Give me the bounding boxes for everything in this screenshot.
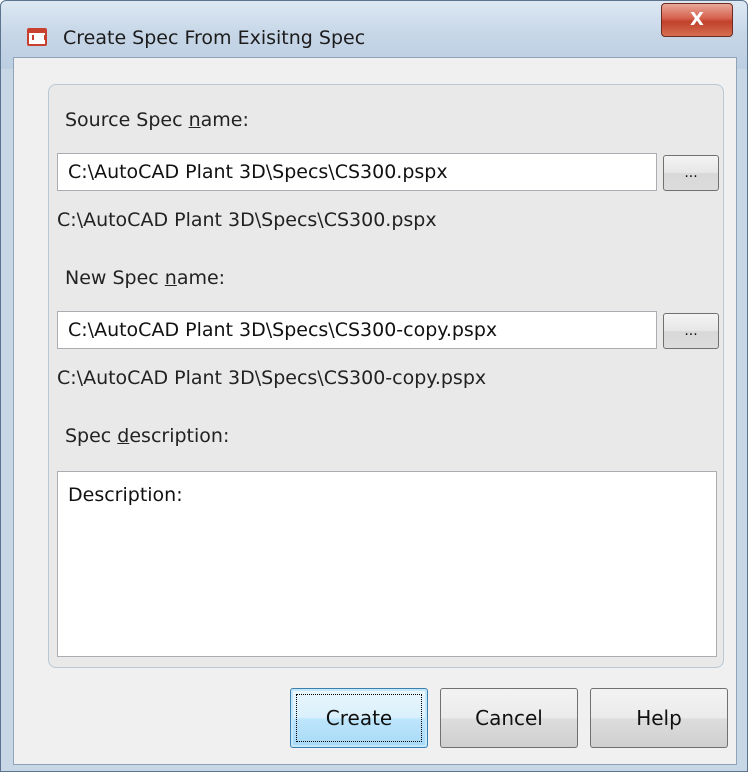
new-spec-name-label: New Spec name:: [65, 267, 225, 289]
cancel-button[interactable]: Cancel: [440, 688, 578, 748]
cancel-button-label: Cancel: [475, 706, 543, 730]
source-browse-button[interactable]: ...: [663, 155, 719, 191]
dialog-body: Source Spec name: C:\AutoCAD Plant 3D\Sp…: [13, 57, 737, 765]
description-label-accelerator: d: [117, 425, 130, 447]
dialog-window: Create Spec From Exisitng Spec X Source …: [0, 0, 748, 772]
spec-dialog-icon: [27, 28, 47, 46]
description-label-suffix: escription:: [129, 425, 230, 447]
source-label-suffix: ame:: [200, 109, 249, 131]
source-spec-name-label: Source Spec name:: [65, 109, 249, 131]
spec-description-input[interactable]: Description:: [57, 471, 717, 657]
source-label-accelerator: n: [188, 109, 201, 131]
source-label-prefix: Source Spec: [65, 109, 189, 131]
close-button[interactable]: X: [661, 3, 733, 37]
new-spec-browse-button[interactable]: ...: [663, 313, 719, 349]
source-spec-path-display: C:\AutoCAD Plant 3D\Specs\CS300.pspx: [57, 209, 437, 231]
new-spec-label-prefix: New Spec: [65, 267, 165, 289]
create-button[interactable]: Create: [290, 688, 428, 748]
spec-group-box: Source Spec name: C:\AutoCAD Plant 3D\Sp…: [48, 84, 724, 668]
help-button-label: Help: [636, 706, 682, 730]
new-spec-name-input[interactable]: C:\AutoCAD Plant 3D\Specs\CS300-copy.psp…: [57, 311, 657, 349]
new-spec-label-accelerator: n: [164, 267, 177, 289]
description-label-prefix: Spec: [65, 425, 118, 447]
source-spec-name-input[interactable]: C:\AutoCAD Plant 3D\Specs\CS300.pspx: [57, 153, 657, 191]
window-title: Create Spec From Exisitng Spec: [63, 27, 366, 49]
spec-description-label: Spec description:: [65, 425, 229, 447]
help-button[interactable]: Help: [590, 688, 728, 748]
new-spec-label-suffix: ame:: [176, 267, 226, 289]
create-button-label: Create: [325, 706, 393, 730]
new-spec-path-display: C:\AutoCAD Plant 3D\Specs\CS300-copy.psp…: [57, 367, 487, 389]
